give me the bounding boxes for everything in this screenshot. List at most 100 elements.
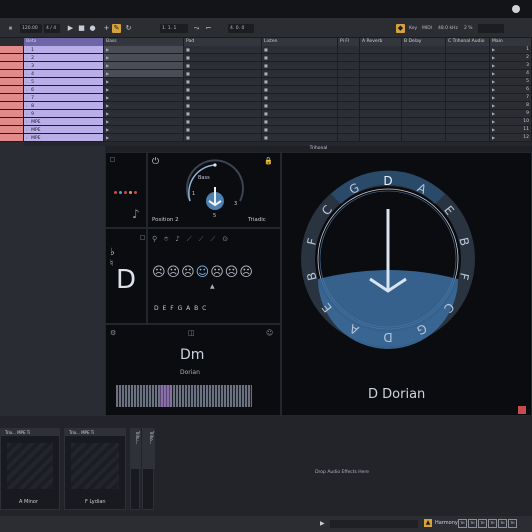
- loop-icon[interactable]: ↻: [124, 24, 133, 33]
- status-arrow-icon[interactable]: ▶: [320, 520, 325, 527]
- slot-stop-icon[interactable]: ■: [264, 119, 268, 124]
- scene-play-icon[interactable]: ▶: [492, 127, 495, 132]
- empty-clip-slot[interactable]: [360, 126, 402, 134]
- slot-stop-icon[interactable]: ▶: [106, 135, 109, 140]
- empty-clip-slot[interactable]: [360, 134, 402, 142]
- empty-clip-slot[interactable]: ■: [184, 46, 262, 54]
- empty-clip-slot[interactable]: ■: [262, 54, 338, 62]
- scene-play-icon[interactable]: ▶: [492, 103, 495, 108]
- track-header[interactable]: A Reverb: [360, 38, 402, 46]
- empty-clip-slot[interactable]: [402, 102, 446, 110]
- empty-clip-slot[interactable]: ▶: [104, 110, 184, 118]
- slot-stop-icon[interactable]: ▶: [106, 103, 109, 108]
- camera-icon[interactable]: ◫: [188, 329, 195, 337]
- empty-clip-slot[interactable]: [402, 110, 446, 118]
- empty-clip-slot[interactable]: [360, 54, 402, 62]
- device-trihonal-3[interactable]: Trihu...: [130, 428, 141, 510]
- slot-stop-icon[interactable]: ■: [186, 95, 190, 100]
- scene-play-icon[interactable]: ▶: [492, 135, 495, 140]
- empty-clip-slot[interactable]: [446, 62, 490, 70]
- slot-stop-icon[interactable]: ▶: [106, 47, 109, 52]
- stop-icon[interactable]: ■: [77, 24, 86, 33]
- emoji-icon[interactable]: ☺: [266, 329, 273, 337]
- empty-clip-slot[interactable]: ■: [262, 118, 338, 126]
- scene-play-icon[interactable]: ▶: [492, 119, 495, 124]
- clip-play-icon[interactable]: ▶: [26, 119, 29, 124]
- empty-clip-slot[interactable]: [446, 110, 490, 118]
- slot-stop-icon[interactable]: ▶: [106, 95, 109, 100]
- clip-slot[interactable]: ▶ 6: [24, 86, 104, 94]
- empty-clip-slot[interactable]: [338, 110, 360, 118]
- clip-play-icon[interactable]: ▶: [26, 55, 29, 60]
- track-header[interactable]: B Delay: [402, 38, 446, 46]
- add-icon[interactable]: +: [102, 24, 111, 33]
- empty-clip-slot[interactable]: [338, 46, 360, 54]
- clip-slot[interactable]: ▶ MPE: [24, 118, 104, 126]
- record-icon[interactable]: ●: [88, 24, 97, 33]
- empty-clip-slot[interactable]: [360, 86, 402, 94]
- slot-stop-icon[interactable]: ■: [264, 103, 268, 108]
- empty-clip-slot[interactable]: ▶ 3: [490, 62, 532, 70]
- empty-clip-slot[interactable]: ■: [184, 62, 262, 70]
- empty-clip-slot[interactable]: [360, 110, 402, 118]
- key-map-icon[interactable]: ◆: [396, 24, 405, 33]
- empty-clip-slot[interactable]: ▶: [104, 62, 184, 70]
- empty-clip-slot[interactable]: ▶ 12: [490, 134, 532, 142]
- draw-mode-icon[interactable]: ✎: [112, 24, 121, 33]
- empty-clip-slot[interactable]: [338, 54, 360, 62]
- empty-clip-slot[interactable]: [360, 46, 402, 54]
- empty-clip-slot[interactable]: [338, 118, 360, 126]
- slot-stop-icon[interactable]: ▶: [106, 127, 109, 132]
- chord-settings-icon[interactable]: ⚙: [110, 329, 116, 337]
- signature-field[interactable]: 4 / 4: [44, 24, 60, 33]
- empty-clip-slot[interactable]: [446, 134, 490, 142]
- empty-clip-slot[interactable]: ■: [184, 94, 262, 102]
- plugin-corner-icon[interactable]: [518, 406, 526, 414]
- status-chip[interactable]: Tri: [468, 519, 477, 528]
- clip-slot[interactable]: ▶ 2: [24, 54, 104, 62]
- empty-clip-slot[interactable]: ■: [184, 102, 262, 110]
- track-header[interactable]: Pi Fl: [338, 38, 360, 46]
- track-header[interactable]: Listen: [262, 38, 338, 46]
- tap-tempo-icon[interactable]: ⏸: [6, 24, 15, 33]
- empty-clip-slot[interactable]: ■: [262, 94, 338, 102]
- clip-slot[interactable]: ▶ 5: [24, 78, 104, 86]
- clip-slot[interactable]: ▶ 8: [24, 102, 104, 110]
- empty-clip-slot[interactable]: ■: [184, 134, 262, 142]
- empty-clip-slot[interactable]: [338, 94, 360, 102]
- tempo-field[interactable]: 120.00: [20, 24, 42, 33]
- clip-slot[interactable]: ▶ 4: [24, 70, 104, 78]
- empty-clip-slot[interactable]: ▶ 9: [490, 110, 532, 118]
- empty-clip-slot[interactable]: [402, 54, 446, 62]
- ring-letter[interactable]: D: [383, 330, 392, 344]
- slot-stop-icon[interactable]: ■: [264, 63, 268, 68]
- empty-clip-slot[interactable]: ▶ 7: [490, 94, 532, 102]
- empty-clip-slot[interactable]: ■: [184, 70, 262, 78]
- slot-stop-icon[interactable]: ■: [186, 119, 190, 124]
- key-up-icon[interactable]: [140, 235, 145, 240]
- empty-clip-slot[interactable]: ■: [262, 102, 338, 110]
- empty-clip-slot[interactable]: ■: [184, 118, 262, 126]
- clip-play-icon[interactable]: ▶: [26, 135, 29, 140]
- empty-clip-slot[interactable]: ■: [262, 126, 338, 134]
- empty-clip-slot[interactable]: ▶ 1: [490, 46, 532, 54]
- slot-stop-icon[interactable]: ■: [264, 127, 268, 132]
- slot-stop-icon[interactable]: ■: [186, 127, 190, 132]
- empty-clip-slot[interactable]: [402, 70, 446, 78]
- empty-clip-slot[interactable]: [402, 62, 446, 70]
- empty-clip-slot[interactable]: ▶ 11: [490, 126, 532, 134]
- flat-icon[interactable]: ♭: [110, 247, 115, 258]
- empty-clip-slot[interactable]: ▶ 4: [490, 70, 532, 78]
- empty-clip-slot[interactable]: [446, 102, 490, 110]
- empty-clip-slot[interactable]: [446, 78, 490, 86]
- slot-stop-icon[interactable]: ▶: [106, 87, 109, 92]
- empty-clip-slot[interactable]: ■: [262, 46, 338, 54]
- slot-stop-icon[interactable]: ▶: [106, 79, 109, 84]
- lock-icon[interactable]: 🔒: [264, 157, 273, 165]
- empty-clip-slot[interactable]: ▶: [104, 134, 184, 142]
- track-header[interactable]: Bass: [104, 38, 184, 46]
- empty-clip-slot[interactable]: ■: [184, 126, 262, 134]
- slot-stop-icon[interactable]: ■: [186, 103, 190, 108]
- scene-play-icon[interactable]: ▶: [492, 95, 495, 100]
- empty-clip-slot[interactable]: ■: [262, 86, 338, 94]
